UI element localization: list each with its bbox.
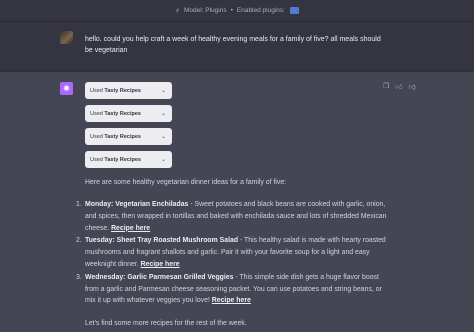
- list-item: 2. Tuesday: Sheet Tray Roasted Mushroom …: [76, 235, 390, 270]
- enabled-plugins-label: Enabled plugins:: [236, 7, 285, 14]
- meal-title: Tuesday: Sheet Tray Roasted Mushroom Sal…: [85, 237, 239, 245]
- chevron-down-icon: ⌄: [160, 157, 166, 163]
- list-number: 1.: [76, 201, 82, 208]
- plugin-name: Tasty Recipes: [104, 87, 141, 94]
- chevron-down-icon: ⌄: [160, 111, 166, 117]
- user-message-row: hello. could you help craft a week of he…: [0, 22, 474, 72]
- tasty-recipes-plugin-icon: [289, 7, 299, 14]
- recipe-link[interactable]: Recipe here: [111, 225, 150, 232]
- plugin-call-button[interactable]: Used Tasty Recipes ⌄: [85, 128, 172, 145]
- user-avatar: [60, 31, 73, 44]
- header-separator: •: [230, 7, 233, 14]
- list-number: 2.: [76, 237, 82, 245]
- plugin-call-prefix: Used: [90, 156, 103, 163]
- meal-title: Wednesday: Garlic Parmesan Grilled Veggi…: [85, 273, 234, 281]
- chevron-down-icon: ⌄: [160, 134, 166, 140]
- plug-icon: ⚡: [175, 7, 180, 15]
- plugin-call-prefix: Used: [90, 110, 103, 117]
- user-message-text: hello. could you help craft a week of he…: [85, 36, 381, 54]
- recipe-link[interactable]: Recipe here: [212, 297, 251, 304]
- message-actions: ❐ 👍︎ 👎︎: [383, 82, 416, 91]
- thumbs-up-icon[interactable]: 👍︎: [395, 82, 402, 91]
- chatgpt-logo-icon: ✺: [60, 82, 73, 95]
- plugin-call-prefix: Used: [90, 133, 103, 140]
- plugin-name: Tasty Recipes: [104, 133, 141, 140]
- meal-list: 1. Monday: Vegetarian Enchiladas - Sweet…: [76, 199, 390, 308]
- plugin-call-prefix: Used: [90, 87, 103, 94]
- thumbs-down-icon[interactable]: 👎︎: [409, 82, 416, 91]
- chevron-down-icon: ⌄: [160, 88, 166, 94]
- meal-title: Monday: Vegetarian Enchiladas: [85, 201, 189, 208]
- recipe-link[interactable]: Recipe here: [141, 261, 180, 268]
- plugin-name: Tasty Recipes: [104, 156, 141, 163]
- outro-text: Let's find some more recipes for the res…: [85, 320, 247, 327]
- plugin-name: Tasty Recipes: [104, 110, 141, 117]
- plugin-call-button[interactable]: Used Tasty Recipes ⌄: [85, 151, 172, 168]
- list-item: 1. Monday: Vegetarian Enchiladas - Sweet…: [76, 199, 390, 234]
- intro-text: Here are some healthy vegetarian dinner …: [85, 179, 287, 186]
- list-item: 3. Wednesday: Garlic Parmesan Grilled Ve…: [76, 272, 390, 307]
- model-header: ⚡ Model: Plugins • Enabled plugins:: [0, 0, 474, 22]
- model-label: Model: Plugins: [183, 7, 227, 14]
- assistant-message-row: ✺ ❐ 👍︎ 👎︎ Used Tasty Recipes ⌄ Used Tast…: [0, 72, 474, 332]
- list-number: 3.: [76, 273, 82, 281]
- copy-icon[interactable]: ❐: [383, 82, 389, 91]
- plugin-call-button[interactable]: Used Tasty Recipes ⌄: [85, 82, 172, 99]
- plugin-call-button[interactable]: Used Tasty Recipes ⌄: [85, 105, 172, 122]
